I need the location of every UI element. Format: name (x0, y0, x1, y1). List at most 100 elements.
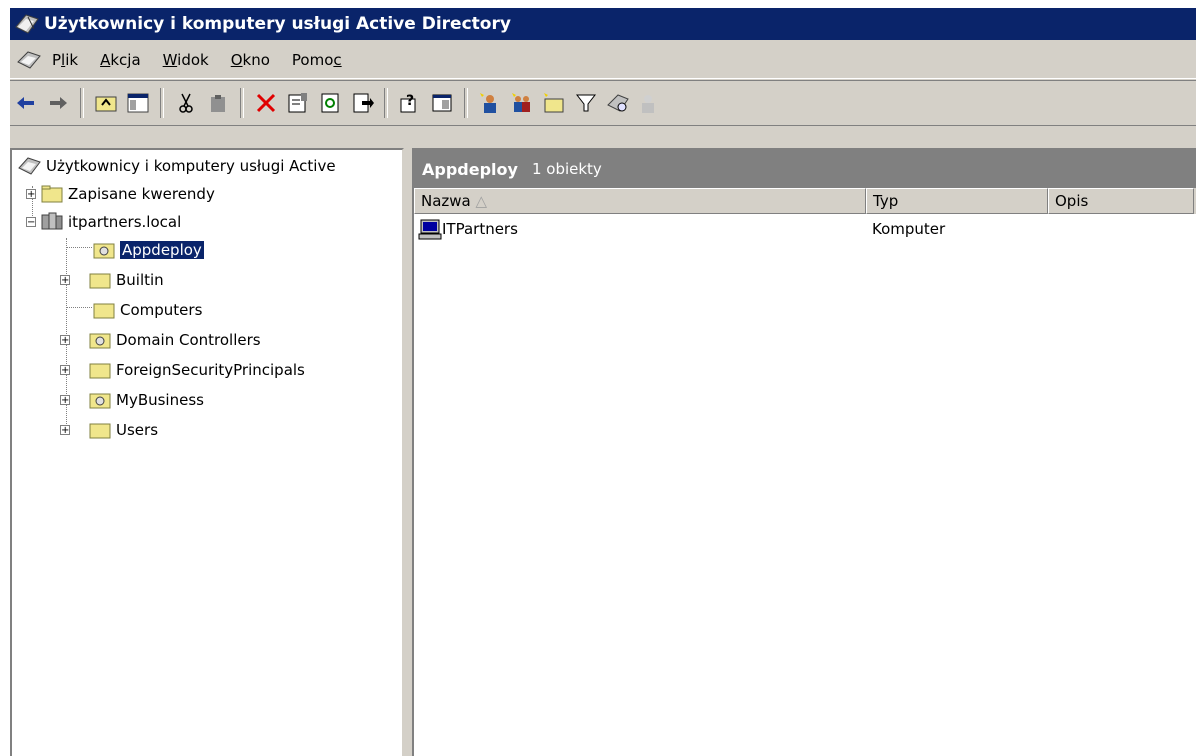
column-header-description[interactable]: Opis (1048, 188, 1194, 214)
filter-icon (575, 94, 597, 112)
console-tree-icon (432, 94, 452, 112)
item-name: ITPartners (442, 220, 518, 238)
column-header-type[interactable]: Typ (866, 188, 1048, 214)
tree-item-label: Builtin (116, 271, 164, 289)
ou-folder-icon (93, 243, 115, 259)
tree-item-domain-controllers[interactable]: + Domain Controllers (60, 326, 261, 354)
main-window: Użytkownicy i komputery usługi Active Di… (10, 8, 1196, 756)
toolbar-separator (80, 88, 84, 118)
tree-item-label: itpartners.local (68, 213, 182, 231)
new-ou-icon (544, 93, 564, 113)
domain-icon (41, 212, 63, 230)
up-level-button[interactable] (91, 88, 121, 118)
tree-item-label: Appdeploy (119, 240, 205, 260)
cut-button[interactable] (171, 88, 201, 118)
paste-icon (211, 95, 225, 112)
expand-icon[interactable]: + (60, 335, 70, 346)
menu-pomoc[interactable]: Pomoc (292, 51, 342, 69)
expand-icon[interactable]: + (26, 189, 36, 200)
tree-item-label: ForeignSecurityPrincipals (116, 361, 305, 379)
expand-icon[interactable]: + (60, 275, 70, 286)
cut-icon (179, 93, 193, 113)
export-list-button[interactable] (347, 88, 377, 118)
menu-akcja[interactable]: Akcja (100, 51, 141, 69)
details-header: Appdeploy 1 obiekty (414, 150, 1196, 188)
console-menu-icon[interactable] (16, 48, 44, 72)
ou-folder-icon (89, 393, 111, 409)
delete-button[interactable] (251, 88, 281, 118)
forward-arrow-icon (50, 97, 67, 109)
forward-button[interactable] (43, 88, 73, 118)
tree-item-foreign-security-principals[interactable]: + ForeignSecurityPrincipals (60, 356, 305, 384)
new-group-icon (512, 93, 530, 112)
column-header-name[interactable]: Nazwa △ (414, 188, 866, 214)
object-count: 1 obiekty (531, 160, 602, 178)
menu-okno[interactable]: Okno (231, 51, 270, 69)
export-list-icon (353, 93, 374, 113)
tree-root-label: Użytkownicy i komputery usługi Active (46, 157, 336, 175)
tree-item-users[interactable]: + Users (60, 416, 158, 444)
menu-bar: Plik Akcja Widok Okno Pomoc (10, 42, 1196, 79)
menu-widok[interactable]: Widok (163, 51, 209, 69)
help-icon: ? (400, 93, 416, 113)
up-folder-icon (95, 96, 117, 112)
help-button[interactable]: ? (395, 88, 425, 118)
details-pane: Appdeploy 1 obiekty Nazwa △ Typ Opis ITP… (412, 148, 1196, 756)
tree-item-label: Zapisane kwerendy (68, 185, 215, 203)
pane-splitter[interactable] (404, 148, 412, 756)
menu-plik[interactable]: Plik (52, 51, 78, 69)
computer-icon (418, 219, 442, 240)
new-group-button[interactable] (507, 88, 537, 118)
folder-icon (93, 303, 115, 319)
add-to-group-button[interactable] (635, 88, 665, 118)
tree-item-label: Computers (120, 301, 203, 319)
tree-item-builtin[interactable]: + Builtin (60, 266, 164, 294)
properties-button[interactable] (283, 88, 313, 118)
tree-item-computers[interactable]: Computers (92, 296, 202, 324)
list-item[interactable]: ITPartners Komputer (414, 214, 1196, 244)
folder-icon (89, 363, 111, 379)
item-type: Komputer (872, 220, 946, 238)
toolbar-separator (240, 88, 244, 118)
tree-item-label: Domain Controllers (116, 331, 261, 349)
folder-icon (89, 273, 111, 289)
add-to-group-icon (642, 95, 654, 113)
console-tree: Użytkownicy i komputery usługi Active + … (10, 148, 404, 756)
paste-button[interactable] (203, 88, 233, 118)
find-button[interactable] (603, 88, 633, 118)
find-icon (607, 94, 629, 112)
delete-icon (256, 93, 276, 113)
expand-icon[interactable]: + (60, 365, 70, 376)
show-hide-tree-icon (127, 93, 149, 113)
expand-icon[interactable]: + (60, 395, 70, 406)
toolbar-separator (384, 88, 388, 118)
tree-root[interactable]: Użytkownicy i komputery usługi Active (18, 152, 336, 180)
sort-ascending-icon: △ (475, 192, 488, 210)
tree-item-label: Users (116, 421, 159, 439)
svg-text:?: ? (406, 93, 414, 109)
tree-item-domain[interactable]: − itpartners.local (26, 208, 181, 236)
toolbar-separator (160, 88, 164, 118)
details-title: Appdeploy (422, 159, 518, 179)
expand-icon[interactable]: + (60, 425, 70, 436)
tree-item-mybusiness[interactable]: + MyBusiness (60, 386, 204, 414)
ad-console-icon (18, 157, 41, 175)
toolbar: ? (10, 80, 1196, 126)
back-button[interactable] (11, 88, 41, 118)
tree-item-appdeploy[interactable]: Appdeploy (92, 236, 205, 264)
console-tree-button[interactable] (427, 88, 457, 118)
new-ou-button[interactable] (539, 88, 569, 118)
ou-folder-icon (89, 333, 111, 349)
collapse-icon[interactable]: − (26, 217, 36, 228)
filter-button[interactable] (571, 88, 601, 118)
refresh-icon (321, 93, 339, 113)
properties-icon (288, 93, 307, 113)
column-headers: Nazwa △ Typ Opis (414, 188, 1196, 214)
toolbar-separator (464, 88, 468, 118)
title-bar[interactable]: Użytkownicy i komputery usługi Active Di… (10, 8, 1196, 40)
new-user-button[interactable] (475, 88, 505, 118)
tree-item-saved-queries[interactable]: + Zapisane kwerendy (26, 180, 215, 208)
refresh-button[interactable] (315, 88, 345, 118)
tree-item-label: MyBusiness (116, 391, 204, 409)
show-hide-tree-button[interactable] (123, 88, 153, 118)
